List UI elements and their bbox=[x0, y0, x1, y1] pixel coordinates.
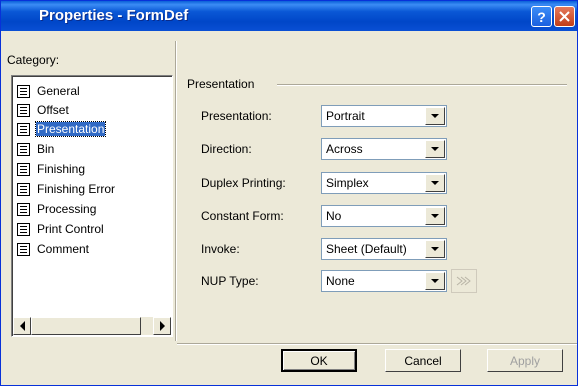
chevron-down-icon bbox=[431, 181, 439, 185]
scroll-right-button[interactable] bbox=[153, 317, 171, 335]
page-icon bbox=[17, 103, 30, 117]
category-item-label: Bin bbox=[37, 142, 55, 156]
nup-type-dropdown[interactable]: None bbox=[321, 270, 447, 292]
nup-type-label: NUP Type: bbox=[201, 274, 259, 288]
category-label: Category: bbox=[7, 53, 60, 67]
category-item-finishing[interactable]: Finishing bbox=[17, 160, 86, 178]
dropdown-button[interactable] bbox=[425, 272, 445, 290]
category-item-offset[interactable]: Offset bbox=[17, 101, 70, 119]
category-item-label: Finishing Error bbox=[37, 182, 116, 196]
category-item-label: Offset bbox=[37, 103, 69, 117]
chevron-down-icon bbox=[431, 279, 439, 283]
properties-dialog: Properties - FormDef ? Category: General… bbox=[0, 0, 578, 386]
dropdown-button[interactable] bbox=[425, 174, 445, 192]
help-icon: ? bbox=[537, 8, 546, 25]
category-item-presentation[interactable]: Presentation bbox=[17, 120, 107, 138]
page-icon bbox=[17, 182, 30, 196]
chevron-down-icon bbox=[431, 247, 439, 251]
arrow-right-icon bbox=[159, 321, 165, 331]
duplex-printing-dropdown[interactable]: Simplex bbox=[321, 172, 447, 194]
nup-settings-button[interactable] bbox=[451, 269, 477, 293]
ok-button[interactable]: OK bbox=[281, 349, 357, 372]
invoke-value: Sheet (Default) bbox=[326, 242, 407, 256]
close-button[interactable] bbox=[554, 6, 575, 27]
chevron-down-icon bbox=[431, 214, 439, 218]
category-item-label: Comment bbox=[37, 242, 90, 256]
page-icon bbox=[17, 222, 30, 236]
presentation-dropdown[interactable]: Portrait bbox=[321, 105, 447, 127]
direction-label: Direction: bbox=[201, 142, 252, 156]
nup-layout-icon bbox=[456, 276, 471, 286]
category-item-finishing-error[interactable]: Finishing Error bbox=[17, 180, 116, 198]
category-item-processing[interactable]: Processing bbox=[17, 200, 97, 218]
category-item-label: Finishing bbox=[37, 162, 86, 176]
page-icon bbox=[17, 242, 30, 256]
page-icon bbox=[17, 122, 30, 136]
dropdown-button[interactable] bbox=[425, 207, 445, 225]
category-item-label: Print Control bbox=[37, 222, 104, 236]
duplex-printing-label: Duplex Printing: bbox=[201, 176, 286, 190]
scroll-left-button[interactable] bbox=[13, 317, 31, 335]
direction-value: Across bbox=[326, 142, 363, 156]
duplex-printing-value: Simplex bbox=[326, 176, 369, 190]
category-item-comment[interactable]: Comment bbox=[17, 240, 90, 258]
button-divider bbox=[177, 343, 577, 345]
apply-button[interactable]: Apply bbox=[487, 349, 563, 372]
invoke-label: Invoke: bbox=[201, 242, 240, 256]
vertical-divider bbox=[175, 41, 177, 341]
page-icon bbox=[17, 142, 30, 156]
page-icon bbox=[17, 162, 30, 176]
category-item-label: Processing bbox=[37, 202, 97, 216]
help-button[interactable]: ? bbox=[531, 6, 552, 27]
title-bar[interactable]: Properties - FormDef ? bbox=[1, 1, 577, 31]
window-title: Properties - FormDef bbox=[39, 7, 189, 24]
dropdown-button[interactable] bbox=[425, 107, 445, 125]
presentation-value: Portrait bbox=[326, 109, 365, 123]
constant-form-value: No bbox=[326, 209, 342, 223]
cancel-button[interactable]: Cancel bbox=[385, 349, 461, 372]
category-panel: Category: General Offset Presentation Bi… bbox=[5, 37, 173, 343]
dropdown-button[interactable] bbox=[425, 240, 445, 258]
close-icon bbox=[559, 11, 570, 22]
chevron-down-icon bbox=[431, 114, 439, 118]
chevron-down-icon bbox=[431, 147, 439, 151]
presentation-label: Presentation: bbox=[201, 109, 272, 123]
group-title: Presentation bbox=[187, 77, 255, 91]
arrow-left-icon bbox=[19, 321, 25, 331]
category-item-print-control[interactable]: Print Control bbox=[17, 220, 105, 238]
category-list[interactable]: General Offset Presentation Bin Finishin… bbox=[11, 75, 173, 337]
nup-type-value: None bbox=[326, 274, 355, 288]
invoke-dropdown[interactable]: Sheet (Default) bbox=[321, 238, 447, 260]
horizontal-scrollbar[interactable] bbox=[13, 317, 171, 335]
category-item-bin[interactable]: Bin bbox=[17, 140, 55, 158]
constant-form-dropdown[interactable]: No bbox=[321, 205, 447, 227]
page-icon bbox=[17, 84, 30, 98]
category-item-label: Presentation bbox=[34, 121, 107, 137]
category-item-label: General bbox=[37, 84, 80, 98]
dropdown-button[interactable] bbox=[425, 140, 445, 158]
category-item-general[interactable]: General bbox=[17, 82, 81, 100]
group-divider bbox=[277, 84, 567, 86]
constant-form-label: Constant Form: bbox=[201, 209, 284, 223]
direction-dropdown[interactable]: Across bbox=[321, 138, 447, 160]
page-icon bbox=[17, 202, 30, 216]
scroll-thumb[interactable] bbox=[31, 317, 141, 335]
